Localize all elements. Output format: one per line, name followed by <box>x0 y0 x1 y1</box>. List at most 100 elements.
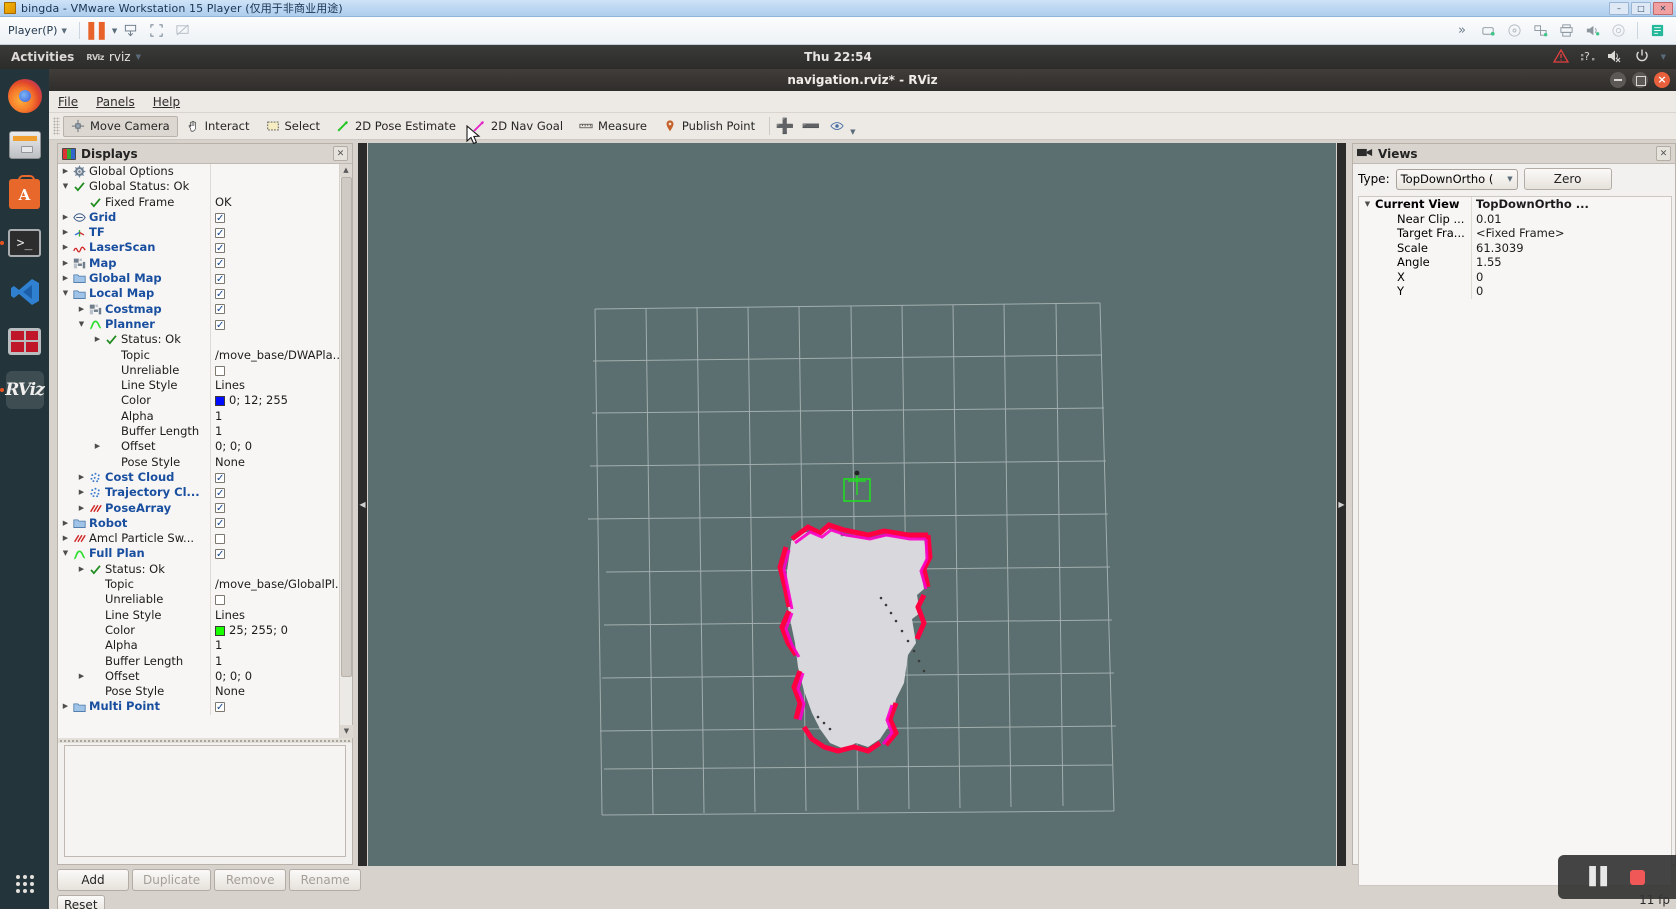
displays-row-value[interactable]: 1 <box>210 638 352 654</box>
checkbox[interactable] <box>215 318 225 333</box>
checkbox[interactable] <box>215 547 225 562</box>
dock-item-terminal[interactable]: >_ <box>6 224 44 262</box>
rename-button[interactable]: Rename <box>289 869 362 891</box>
views-row[interactable]: ▼ Current View TopDownOrtho ... <box>1359 197 1671 212</box>
views-row-value[interactable]: TopDownOrtho ... <box>1471 197 1671 212</box>
displays-row[interactable]: ▶Pose Style None <box>58 684 352 700</box>
chevron-right-icon[interactable]: ▶ <box>77 485 86 500</box>
displays-row[interactable]: ▶Line Style Lines <box>58 607 352 623</box>
displays-row[interactable]: ▶ Global Map <box>58 271 352 287</box>
chevron-right-icon[interactable]: ▶ <box>93 332 102 347</box>
displays-row[interactable]: ▶Alpha 1 <box>58 408 352 425</box>
displays-scrollbar[interactable]: ▲ ▼ <box>339 164 353 738</box>
displays-row-value[interactable] <box>210 271 352 287</box>
displays-row-value[interactable]: 25; 255; 0 <box>210 622 352 639</box>
displays-row-value[interactable]: OK <box>210 194 352 210</box>
displays-row[interactable]: ▶ Trajectory Cl... <box>58 485 352 501</box>
zero-button[interactable]: Zero <box>1523 168 1612 190</box>
chevron-down-icon[interactable]: ▼ <box>77 317 86 332</box>
close-icon[interactable]: ✕ <box>333 146 348 161</box>
chevron-right-icon[interactable]: ▶ <box>61 531 70 546</box>
chevron-right-icon[interactable]: ▶ <box>93 439 102 454</box>
displays-row-value[interactable]: Lines <box>210 378 352 394</box>
rviz-maximize-button[interactable] <box>1632 72 1648 88</box>
dock-item-software[interactable] <box>6 175 44 213</box>
displays-row-value[interactable]: 1 <box>210 408 352 425</box>
scroll-up-icon[interactable]: ▲ <box>340 164 352 177</box>
displays-row-value[interactable]: /move_base/DWAPla... <box>210 347 352 363</box>
displays-row-value[interactable] <box>210 301 352 318</box>
chevron-right-icon[interactable]: ▶ <box>61 225 70 240</box>
views-row-value[interactable]: 0.01 <box>1471 211 1671 226</box>
displays-row[interactable]: ▶Color 0; 12; 255 <box>58 393 352 409</box>
displays-row-value[interactable]: 1 <box>210 653 352 669</box>
chevron-right-icon[interactable]: ▶ <box>77 562 86 577</box>
displays-row-value[interactable] <box>210 699 352 715</box>
displays-row-value[interactable]: 0; 0; 0 <box>210 439 352 455</box>
displays-row-value[interactable] <box>210 164 352 180</box>
displays-tree[interactable]: ▶Global Options▼Global Status: Ok▶Fixed … <box>58 164 352 738</box>
displays-row-value[interactable] <box>210 286 352 302</box>
chevron-right-icon[interactable]: ▶ <box>61 271 70 286</box>
chevron-right-icon[interactable]: ▶ <box>61 256 70 271</box>
displays-row-value[interactable] <box>210 362 352 379</box>
dock-item-vscode[interactable] <box>6 273 44 311</box>
tool-interact[interactable]: Interact <box>178 116 258 137</box>
displays-row[interactable]: ▼ Global Status: Ok <box>58 179 352 195</box>
views-row[interactable]: ▶Near Clip ...0.01 <box>1359 211 1671 226</box>
displays-row-value[interactable] <box>210 316 352 333</box>
displays-row[interactable]: ▶ Offset 0; 0; 0 <box>58 668 352 685</box>
displays-row-value[interactable] <box>210 469 352 486</box>
duplicate-button[interactable]: Duplicate <box>132 869 212 891</box>
chevron-down-icon[interactable]: ▼ <box>61 546 70 561</box>
pause-dropdown-icon[interactable]: ▼ <box>112 27 117 35</box>
displays-row-value[interactable] <box>210 500 352 516</box>
displays-row-value[interactable] <box>210 255 352 272</box>
cd-icon[interactable] <box>1504 21 1524 41</box>
vmware-minimize-button[interactable]: – <box>1609 1 1629 15</box>
pause-icon[interactable]: ▌▌ <box>88 21 110 41</box>
displays-row[interactable]: ▶Pose Style None <box>58 454 352 470</box>
chevron-right-icon[interactable]: ▶ <box>77 302 86 317</box>
expand-icon[interactable]: » <box>1452 21 1472 41</box>
displays-row[interactable]: ▶Topic/move_base/DWAPla... <box>58 347 352 363</box>
views-row-value[interactable]: 0 <box>1471 284 1671 299</box>
checkbox[interactable] <box>215 272 225 287</box>
snapshot-icon[interactable] <box>120 21 140 41</box>
left-panel-collapse-handle[interactable]: ◀ <box>358 143 367 866</box>
remove-button[interactable]: Remove <box>214 869 287 891</box>
color-swatch[interactable] <box>215 396 225 407</box>
rviz-close-button[interactable] <box>1654 72 1670 88</box>
displays-row[interactable]: ▶ Offset 0; 0; 0 <box>58 439 352 455</box>
dock-item-camera[interactable] <box>6 322 44 360</box>
checkbox[interactable] <box>215 594 225 605</box>
player-menu-button[interactable]: Player(P) ▼ <box>0 24 73 37</box>
displays-row[interactable]: ▶ Robot <box>58 515 352 532</box>
displays-row[interactable]: ▼ Full Plan <box>58 546 352 562</box>
printer-icon[interactable] <box>1556 21 1576 41</box>
displays-row-value[interactable] <box>210 546 352 562</box>
views-row[interactable]: ▶Target Fra...<Fixed Frame> <box>1359 226 1671 241</box>
add-button[interactable]: Add <box>57 869 129 891</box>
view-type-select[interactable]: TopDownOrtho ( ▼ <box>1395 168 1518 190</box>
chevron-right-icon[interactable]: ▶ <box>77 470 86 485</box>
displays-row[interactable]: ▶Topic/move_base/GlobalPl... <box>58 577 352 593</box>
views-row-value[interactable]: 0 <box>1471 269 1671 284</box>
right-panel-collapse-handle[interactable]: ▶ <box>1337 143 1346 866</box>
chevron-right-icon[interactable]: ▶ <box>77 501 86 516</box>
disc-icon[interactable] <box>1608 21 1628 41</box>
displays-row[interactable]: ▶ Costmap <box>58 301 352 318</box>
displays-row-value[interactable] <box>210 592 352 608</box>
stop-icon[interactable] <box>1629 869 1645 885</box>
clock[interactable]: Thu 22:54 <box>0 50 1676 64</box>
displays-row-value[interactable] <box>210 179 352 195</box>
displays-row[interactable]: ▶ Map <box>58 255 352 272</box>
checkbox[interactable] <box>215 471 225 486</box>
color-swatch[interactable] <box>215 625 225 636</box>
vmware-maximize-button[interactable]: □ <box>1631 1 1651 15</box>
displays-row-value[interactable] <box>210 485 352 501</box>
plus-icon[interactable]: ➕ <box>776 117 795 135</box>
panel-splitter[interactable] <box>58 738 352 743</box>
chevron-right-icon[interactable]: ▶ <box>61 240 70 255</box>
minus-icon[interactable]: ➖ <box>802 117 821 135</box>
